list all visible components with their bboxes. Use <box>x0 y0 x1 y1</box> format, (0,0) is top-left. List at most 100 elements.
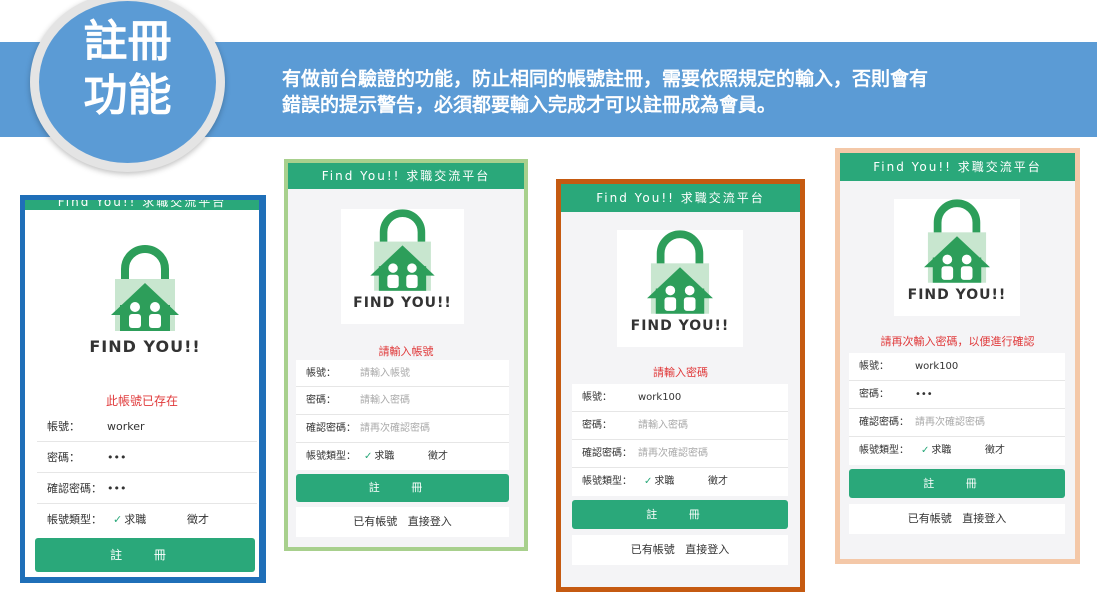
register-form: 帳號： worker 密碼： ••• 確認密碼： ••• 帳號類型： ✓ 求職 徵… <box>37 411 257 537</box>
check-icon: ✓ <box>113 513 123 526</box>
password-label: 密碼： <box>306 395 336 406</box>
account-input[interactable]: work100 <box>915 353 958 381</box>
type-option-job[interactable]: ✓ 求職 <box>113 504 146 535</box>
app-bar: Find You!! 求職交流平台 <box>25 200 259 210</box>
account-field[interactable]: 帳號： work100 <box>849 353 1065 381</box>
password-field[interactable]: 密碼： ••• <box>849 381 1065 409</box>
register-form: 帳號： work100 密碼： 請輸入密碼 確認密碼： 請再次確認密碼 帳號類型… <box>572 384 788 496</box>
type-option-recruit-label: 徵才 <box>187 513 209 526</box>
type-field: 帳號類型： ✓ 求職 徵才 <box>849 437 1065 465</box>
page-title: 註冊 功能 <box>39 15 216 123</box>
screen-3: Find You!! 求職交流平台 FIND YOU!! 請輸入密碼 帳號： w… <box>561 184 800 587</box>
app-bar-title: Find You!! 求職交流平台 <box>596 191 765 205</box>
confirm-input[interactable]: ••• <box>107 473 126 504</box>
logo: FIND YOU!! <box>341 209 464 324</box>
confirm-field[interactable]: 確認密碼： 請再次確認密碼 <box>296 415 509 443</box>
logo: FIND YOU!! <box>80 245 210 360</box>
type-option-job[interactable]: ✓ 求職 <box>921 437 951 465</box>
account-input[interactable]: worker <box>107 411 145 442</box>
check-icon: ✓ <box>921 445 930 456</box>
account-field[interactable]: 帳號： worker <box>37 411 257 442</box>
type-option-job[interactable]: ✓ 求職 <box>364 443 394 470</box>
register-form: 帳號： work100 密碼： ••• 確認密碼： 請再次確認密碼 帳號類型： … <box>849 353 1065 465</box>
register-button[interactable]: 註 冊 <box>35 538 255 572</box>
app-bar-title: Find You!! 求職交流平台 <box>873 160 1042 174</box>
confirm-field[interactable]: 確認密碼： 請再次確認密碼 <box>572 440 788 468</box>
login-link-bar: 已有帳號 直接登入 <box>296 507 509 537</box>
title-line-1: 註冊 <box>83 16 172 67</box>
screen-1: Find You!! 求職交流平台 FIND YOU!! 此帳號已存在 帳號： … <box>25 200 259 577</box>
register-form: 帳號： 請輸入帳號 密碼： 請輸入密碼 確認密碼： 請再次確認密碼 帳號類型： … <box>296 360 509 470</box>
title-line-2: 功能 <box>83 70 172 121</box>
title-circle: 註冊 功能 <box>30 0 225 172</box>
type-option-recruit-label: 徵才 <box>428 451 448 462</box>
login-link-bar: 已有帳號 直接登入 <box>572 535 788 565</box>
type-option-recruit-label: 徵才 <box>985 445 1005 456</box>
confirm-field[interactable]: 確認密碼： 請再次確認密碼 <box>849 409 1065 437</box>
login-link[interactable]: 直接登入 <box>408 515 452 528</box>
password-field[interactable]: 密碼： 請輸入密碼 <box>296 387 509 415</box>
password-field[interactable]: 密碼： ••• <box>37 442 257 473</box>
confirm-field[interactable]: 確認密碼： ••• <box>37 473 257 504</box>
logo-lock-icon <box>370 209 435 291</box>
login-link[interactable]: 直接登入 <box>962 512 1006 525</box>
screen-3-frame: Find You!! 求職交流平台 FIND YOU!! 請輸入密碼 帳號： w… <box>556 179 805 592</box>
type-label: 帳號類型： <box>306 451 356 462</box>
logo-text: FIND YOU!! <box>907 287 1007 303</box>
type-option-job-label: 求職 <box>124 513 147 526</box>
password-label: 密碼： <box>582 420 612 431</box>
confirm-input[interactable]: 請再次確認密碼 <box>915 409 985 437</box>
logo-lock-icon <box>924 199 990 283</box>
register-button[interactable]: 註 冊 <box>572 500 788 529</box>
logo-text: FIND YOU!! <box>353 295 452 311</box>
description: 有做前台驗證的功能，防止相同的帳號註冊，需要依照規定的輸入，否則會有 錯誤的提示… <box>282 66 1082 118</box>
have-account-text: 已有帳號 <box>353 515 398 528</box>
confirm-label: 確認密碼： <box>859 417 909 428</box>
type-field: 帳號類型： ✓ 求職 徵才 <box>572 468 788 496</box>
screen-2-frame: Find You!! 求職交流平台 FIND YOU!! 請輸入帳號 帳號： 請… <box>284 159 528 551</box>
confirm-input[interactable]: 請再次確認密碼 <box>638 440 708 468</box>
type-option-recruit[interactable]: 徵才 <box>187 504 209 535</box>
account-label: 帳號： <box>582 392 612 403</box>
description-line-2: 錯誤的提示警告，必須都要輸入完成才可以註冊成為會員。 <box>282 94 777 116</box>
register-button[interactable]: 註 冊 <box>296 474 509 502</box>
type-label: 帳號類型： <box>47 513 102 526</box>
logo-text: FIND YOU!! <box>630 318 730 334</box>
check-icon: ✓ <box>364 451 373 462</box>
confirm-label: 確認密碼： <box>306 423 356 434</box>
check-icon: ✓ <box>644 476 653 487</box>
password-label: 密碼： <box>47 451 80 464</box>
type-option-recruit[interactable]: 徵才 <box>428 443 448 470</box>
type-option-recruit[interactable]: 徵才 <box>708 468 728 496</box>
type-option-job[interactable]: ✓ 求職 <box>644 468 674 496</box>
password-input[interactable]: ••• <box>107 442 126 473</box>
type-label: 帳號類型： <box>582 476 632 487</box>
type-option-job-label: 求職 <box>374 451 395 462</box>
account-input[interactable]: 請輸入帳號 <box>360 360 410 387</box>
password-input[interactable]: 請輸入密碼 <box>360 387 410 415</box>
app-bar-title: Find You!! 求職交流平台 <box>321 169 491 183</box>
logo-text: FIND YOU!! <box>89 337 201 356</box>
have-account-text: 已有帳號 <box>907 512 952 525</box>
logo: FIND YOU!! <box>617 230 743 347</box>
account-field[interactable]: 帳號： 請輸入帳號 <box>296 360 509 387</box>
confirm-input[interactable]: 請再次確認密碼 <box>360 415 430 443</box>
type-option-recruit-label: 徵才 <box>708 476 728 487</box>
type-option-recruit[interactable]: 徵才 <box>985 437 1005 465</box>
app-bar: Find You!! 求職交流平台 <box>288 163 524 189</box>
register-button[interactable]: 註 冊 <box>849 469 1065 498</box>
type-option-job-label: 求職 <box>931 445 952 456</box>
have-account-text: 已有帳號 <box>630 543 675 556</box>
account-label: 帳號： <box>47 420 80 433</box>
type-field: 帳號類型： ✓ 求職 徵才 <box>37 504 257 535</box>
password-input[interactable]: ••• <box>915 381 933 409</box>
account-field[interactable]: 帳號： work100 <box>572 384 788 412</box>
error-message: 請輸入密碼 <box>653 366 708 379</box>
screen-2: Find You!! 求職交流平台 FIND YOU!! 請輸入帳號 帳號： 請… <box>288 163 524 547</box>
password-field[interactable]: 密碼： 請輸入密碼 <box>572 412 788 440</box>
type-field: 帳號類型： ✓ 求職 徵才 <box>296 443 509 470</box>
password-input[interactable]: 請輸入密碼 <box>638 412 688 440</box>
account-input[interactable]: work100 <box>638 384 681 412</box>
confirm-label: 確認密碼： <box>47 482 102 495</box>
login-link[interactable]: 直接登入 <box>685 543 729 556</box>
